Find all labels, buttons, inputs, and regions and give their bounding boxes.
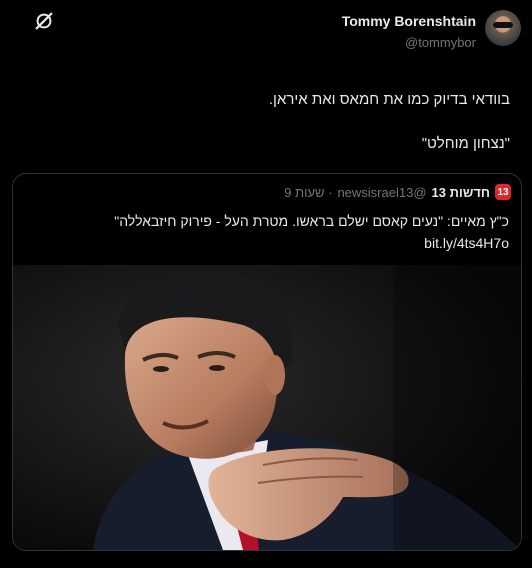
- author-name[interactable]: Tommy Borenshtain: [342, 12, 476, 30]
- tweet-line-2: "נצחון מוחלט": [421, 135, 510, 152]
- news13-logo-icon: 13: [495, 184, 511, 200]
- speaker-photo-illustration: [13, 265, 521, 550]
- author-info[interactable]: Tommy Borenshtain @tommybor: [342, 12, 476, 51]
- tweet-text: בוודאי בדיוק כמו את חמאס ואת איראן. "נצח…: [50, 90, 510, 154]
- quoted-link[interactable]: bit.ly/4ts4H7o: [29, 232, 509, 254]
- tweet-header: Tommy Borenshtain @tommybor: [0, 0, 532, 60]
- grok-icon[interactable]: [33, 10, 55, 32]
- author-handle[interactable]: @tommybor: [342, 35, 476, 51]
- quoted-tweet-header: 13 חדשות 13 @newsisrael13 · שעות 9: [284, 184, 511, 200]
- quoted-time: · שעות 9: [284, 184, 333, 200]
- tweet-line-1: בוודאי בדיוק כמו את חמאס ואת איראן.: [268, 91, 510, 108]
- quoted-handle[interactable]: @newsisrael13: [337, 185, 426, 200]
- quoted-source-name[interactable]: חדשות 13: [432, 185, 490, 200]
- avatar[interactable]: [485, 10, 521, 46]
- news-photo[interactable]: [13, 265, 521, 550]
- quoted-text: כ"ץ מאיים: "נעים קאסם ישלם בראשו. מטרת ה…: [29, 210, 509, 254]
- quoted-body: כ"ץ מאיים: "נעים קאסם ישלם בראשו. מטרת ה…: [114, 213, 509, 229]
- quoted-tweet[interactable]: 13 חדשות 13 @newsisrael13 · שעות 9 כ"ץ מ…: [12, 173, 522, 551]
